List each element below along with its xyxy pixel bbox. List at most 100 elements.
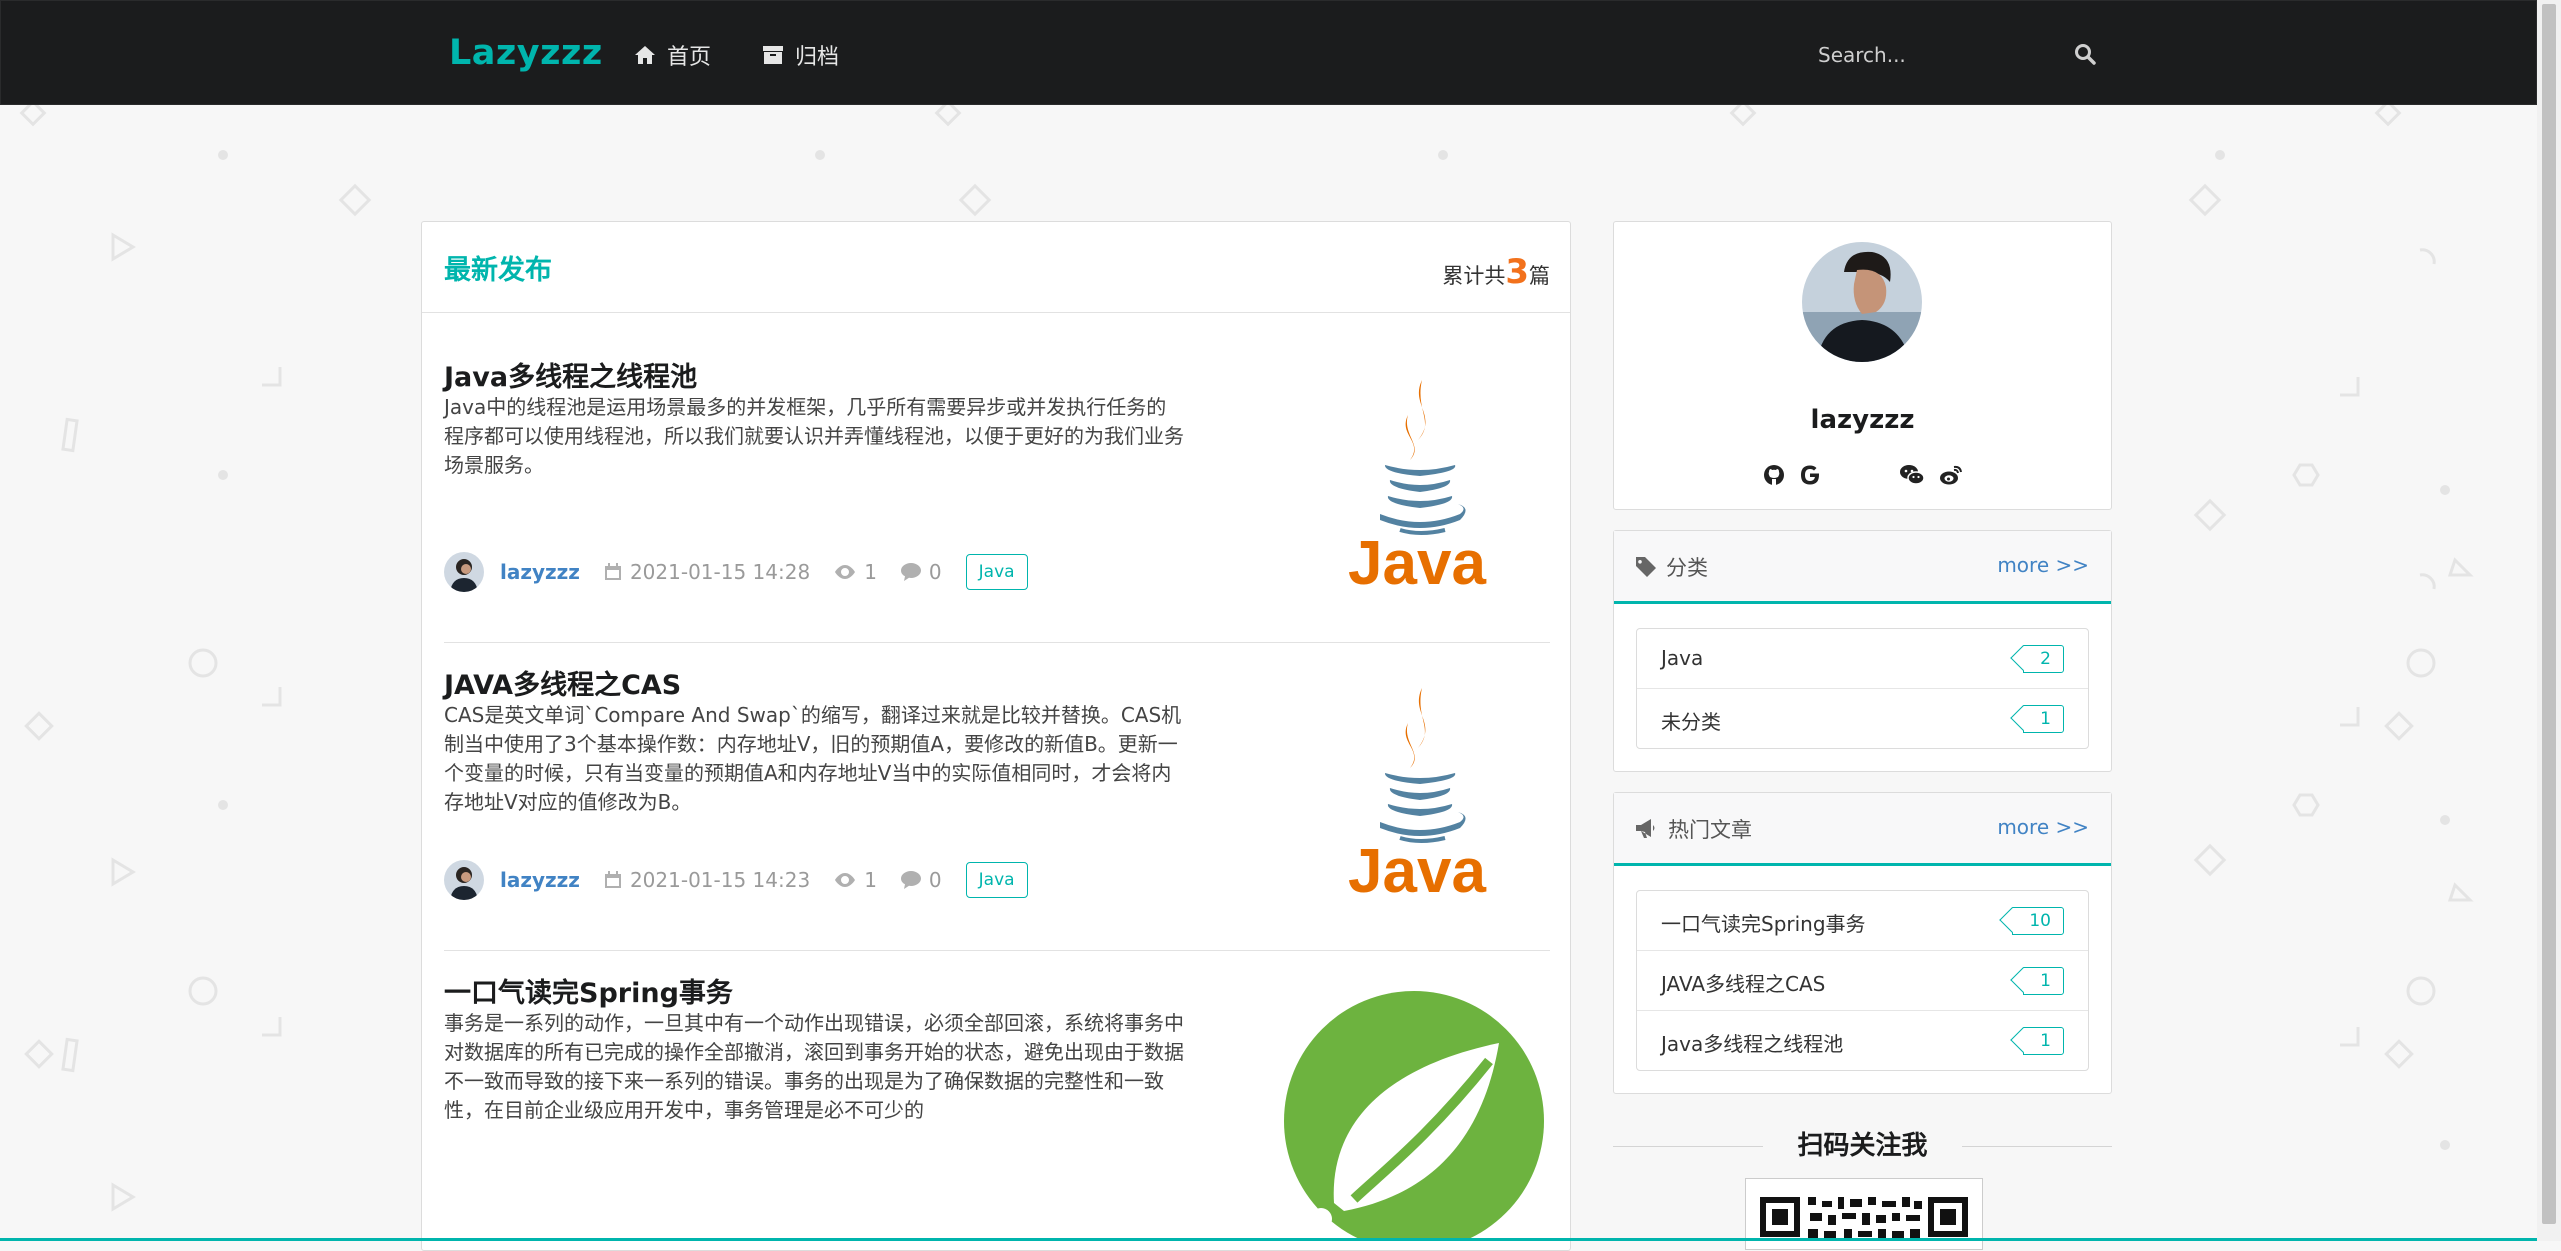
post-tag[interactable]: Java <box>965 554 1028 590</box>
google-icon[interactable] <box>1799 464 1821 486</box>
post-count-suffix: 篇 <box>1529 264 1550 288</box>
post-views: 1 <box>834 560 877 584</box>
post-count-prefix: 累计共 <box>1442 264 1506 288</box>
comment-icon <box>900 563 921 581</box>
category-count-badge: 2 <box>2023 645 2064 673</box>
page-scrollbar[interactable] <box>2537 0 2561 1241</box>
post-title[interactable]: JAVA多线程之CAS <box>444 663 681 702</box>
brand-logo[interactable]: Lazyzzz <box>449 33 603 73</box>
hot-articles-more-link[interactable]: more >> <box>1997 815 2089 839</box>
author-avatar[interactable] <box>444 552 484 592</box>
post-item: 一口气读完Spring事务 事务是一系列的动作，一旦其中有一个动作出现错误，必须… <box>444 971 1550 1251</box>
home-icon <box>635 46 655 64</box>
post-title[interactable]: Java多线程之线程池 <box>444 355 697 394</box>
hot-article-count: 10 <box>2029 911 2051 931</box>
hot-article-count: 1 <box>2040 971 2051 991</box>
latest-posts-title: 最新发布 <box>444 255 552 286</box>
latest-posts-header: 最新发布 累计共3篇 <box>422 222 1570 313</box>
hot-article-label: JAVA多线程之CAS <box>1661 972 1826 996</box>
nav-item-home[interactable]: 首页 <box>635 39 711 71</box>
nav-archive-label: 归档 <box>795 45 840 70</box>
post-date: 2021-01-15 14:28 <box>604 560 810 584</box>
hot-article-label: 一口气读完Spring事务 <box>1661 912 1866 936</box>
category-item-uncategorized[interactable]: 未分类 1 <box>1637 688 2088 748</box>
hot-article-item[interactable]: 一口气读完Spring事务 10 <box>1637 891 2088 950</box>
post-count-number: 3 <box>1505 252 1529 292</box>
hot-articles-title-text: 热门文章 <box>1668 818 1752 842</box>
tag-icon <box>1636 557 1656 577</box>
post-title[interactable]: 一口气读完Spring事务 <box>444 971 733 1010</box>
spring-logo-icon <box>1284 991 1544 1241</box>
post-comments-count: 0 <box>928 868 942 892</box>
search-input[interactable] <box>1816 42 2050 68</box>
post-views: 1 <box>834 868 877 892</box>
post-meta: lazyzzz 2021-01-15 14:28 1 0 Java <box>444 552 1028 592</box>
archive-icon <box>763 46 783 64</box>
hot-articles-header: 热门文章 more >> <box>1614 793 2111 866</box>
post-tag[interactable]: Java <box>965 862 1028 898</box>
wechat-icon[interactable] <box>1899 464 1925 486</box>
hot-articles-title: 热门文章 <box>1636 814 1752 844</box>
qr-title: 扫码关注我 <box>1613 1125 2112 1162</box>
profile-card: lazyzzz <box>1613 221 2112 510</box>
categories-title: 分类 <box>1636 552 1708 582</box>
scrollbar-thumb[interactable] <box>2542 4 2556 1224</box>
hot-article-item[interactable]: JAVA多线程之CAS 1 <box>1637 950 2088 1010</box>
hot-articles-list: 一口气读完Spring事务 10 JAVA多线程之CAS 1 Java多线程之线程池… <box>1636 890 2089 1071</box>
nav-item-archive[interactable]: 归档 <box>763 39 839 71</box>
github-icon[interactable] <box>1763 464 1785 486</box>
calendar-icon <box>604 563 621 580</box>
hot-article-count-badge: 1 <box>2023 967 2064 995</box>
calendar-icon <box>604 871 621 888</box>
comment-icon <box>900 871 921 889</box>
profile-avatar[interactable] <box>1802 242 1922 362</box>
post-views-count: 1 <box>864 868 877 892</box>
weibo-icon[interactable] <box>1939 464 1963 486</box>
post-date-text: 2021-01-15 14:28 <box>629 560 811 584</box>
post-divider <box>444 950 1550 951</box>
categories-more-link[interactable]: more >> <box>1997 553 2089 577</box>
hot-article-count: 1 <box>2040 1031 2051 1051</box>
categories-list: Java 2 未分类 1 <box>1636 628 2089 749</box>
post-divider <box>444 642 1550 643</box>
latest-posts-card: 最新发布 累计共3篇 Java多线程之线程池 Java中的线程池是运用场景最多的… <box>421 221 1571 1251</box>
social-links <box>1614 464 2111 486</box>
hot-article-item[interactable]: Java多线程之线程池 1 <box>1637 1010 2088 1070</box>
hot-articles-card: 热门文章 more >> 一口气读完Spring事务 10 JAVA多线程之CAS… <box>1613 792 2112 1094</box>
post-item: JAVA多线程之CAS CAS是英文单词`Compare And Swap`的缩… <box>444 663 1550 943</box>
svg-text:Java: Java <box>1348 837 1486 898</box>
post-excerpt: Java中的线程池是运用场景最多的并发框架，几乎所有需要异步或并发执行任务的程序… <box>444 395 1184 477</box>
eye-icon <box>835 565 856 579</box>
social-gap <box>1835 464 1885 486</box>
profile-name: lazyzzz <box>1810 405 1915 435</box>
post-comments: 0 <box>900 868 942 892</box>
bullhorn-icon <box>1636 819 1655 838</box>
author-avatar[interactable] <box>444 860 484 900</box>
category-count: 1 <box>2040 709 2051 729</box>
author-link[interactable]: lazyzzz <box>500 868 580 892</box>
categories-card: 分类 more >> Java 2 未分类 1 <box>1613 530 2112 772</box>
search-box <box>1816 35 2096 75</box>
post-date-text: 2021-01-15 14:23 <box>629 868 811 892</box>
top-navbar: Lazyzzz 首页 归档 <box>0 0 2537 105</box>
hot-article-count-badge: 1 <box>2023 1027 2064 1055</box>
post-excerpt: 事务是一系列的动作，一旦其中有一个动作出现错误，必须全部回滚，系统将事务中对数据… <box>444 1011 1184 1122</box>
search-icon[interactable] <box>2074 43 2096 65</box>
java-logo-icon: Java <box>1348 688 1486 898</box>
post-meta: lazyzzz 2021-01-15 14:23 1 0 Java <box>444 860 1028 900</box>
category-label: 未分类 <box>1661 710 1721 734</box>
author-link[interactable]: lazyzzz <box>500 560 580 584</box>
svg-text:Java: Java <box>1348 529 1486 590</box>
post-views-count: 1 <box>864 560 877 584</box>
nav-home-label: 首页 <box>667 45 712 70</box>
category-count-badge: 1 <box>2023 705 2064 733</box>
hot-article-label: Java多线程之线程池 <box>1661 1032 1844 1056</box>
post-comments: 0 <box>900 560 942 584</box>
post-date: 2021-01-15 14:23 <box>604 868 810 892</box>
post-comments-count: 0 <box>928 560 942 584</box>
category-count: 2 <box>2040 649 2051 669</box>
categories-title-text: 分类 <box>1666 556 1708 580</box>
category-label: Java <box>1661 646 1704 670</box>
java-logo-icon: Java <box>1348 380 1486 590</box>
category-item-java[interactable]: Java 2 <box>1637 629 2088 688</box>
